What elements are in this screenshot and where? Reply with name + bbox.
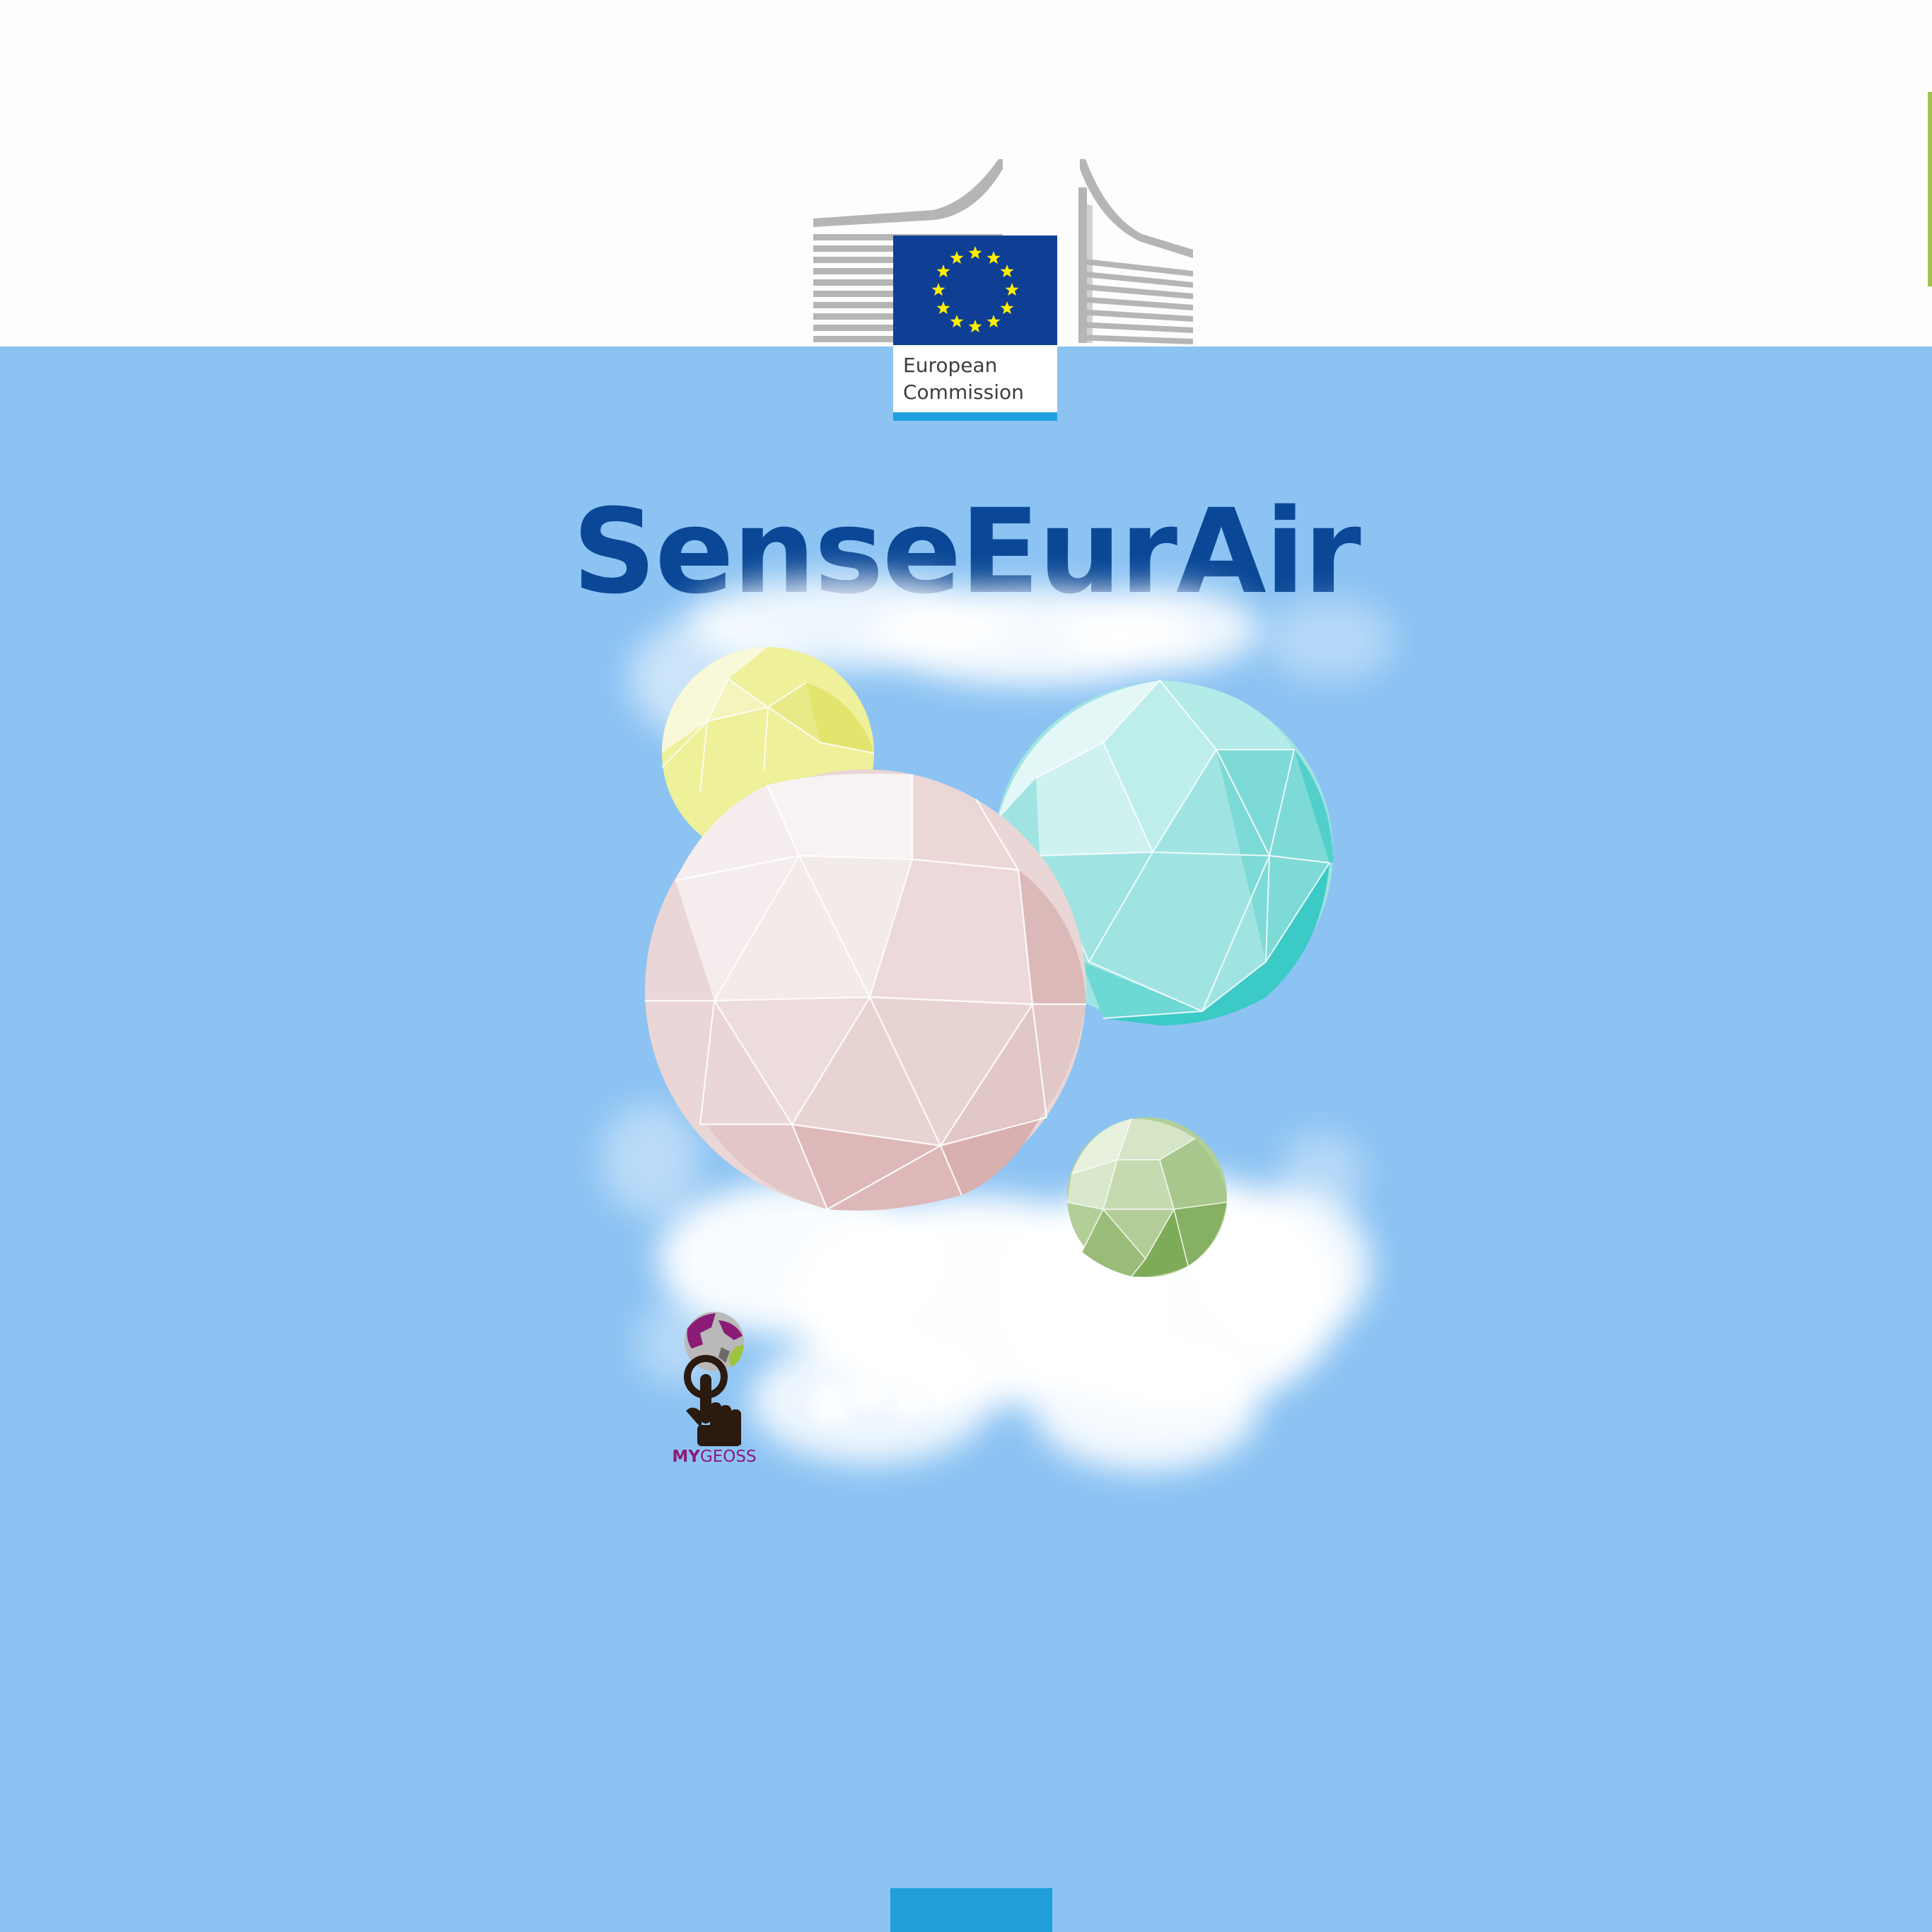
mygeoss-label-my: MY (672, 1448, 700, 1466)
mygeoss-label: MYGEOSS (665, 1446, 764, 1467)
mygeoss-globe-hand-icon (684, 1312, 744, 1446)
mygeoss-label-geoss: GEOSS (699, 1448, 757, 1466)
mygeoss-logo[interactable]: MYGEOSS (665, 1312, 764, 1467)
illustration (601, 576, 1393, 1471)
pink-sphere (645, 769, 1086, 1211)
bottom-accent-tab (890, 1888, 1052, 1932)
green-sphere (1066, 1117, 1228, 1277)
